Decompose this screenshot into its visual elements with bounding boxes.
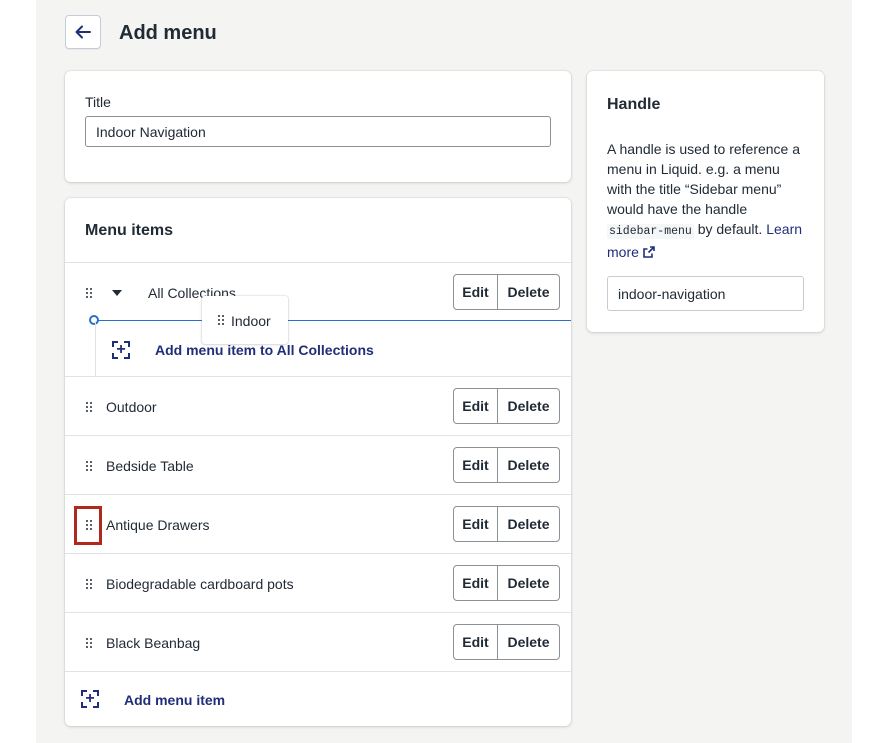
item-actions: Edit Delete — [453, 388, 560, 424]
add-child-item-link[interactable]: Add menu item to All Collections — [155, 342, 374, 358]
arrow-left-icon — [75, 25, 91, 39]
item-actions: Edit Delete — [453, 274, 560, 310]
item-actions: Edit Delete — [453, 624, 560, 660]
delete-button[interactable]: Delete — [497, 447, 560, 483]
delete-button[interactable]: Delete — [497, 565, 560, 601]
drag-handle-icon[interactable] — [86, 288, 92, 298]
edit-button[interactable]: Edit — [453, 624, 498, 660]
caret-down-icon[interactable] — [112, 290, 122, 296]
drag-handle-icon — [218, 315, 224, 325]
edit-button[interactable]: Edit — [453, 506, 498, 542]
help-text-part: A handle is used to reference a menu in … — [607, 141, 801, 217]
handle-help-text: A handle is used to reference a menu in … — [607, 139, 807, 262]
menu-item-label: Black Beanbag — [106, 635, 201, 651]
item-actions: Edit Delete — [453, 565, 560, 601]
handle-title: Handle — [607, 96, 661, 113]
add-menu-item-link[interactable]: Add menu item — [124, 692, 225, 708]
edit-button[interactable]: Edit — [453, 565, 498, 601]
back-button[interactable] — [65, 15, 101, 49]
item-actions: Edit Delete — [453, 506, 560, 542]
handle-code-example: sidebar-menu — [607, 224, 694, 239]
add-icon[interactable]: + — [81, 690, 99, 708]
menu-item-label: Biodegradable cardboard pots — [106, 576, 294, 592]
delete-button[interactable]: Delete — [497, 388, 560, 424]
title-label: Title — [85, 94, 111, 110]
title-input[interactable] — [85, 116, 551, 147]
handle-input[interactable] — [607, 276, 804, 311]
menu-item-label: Antique Drawers — [106, 517, 210, 533]
edit-button[interactable]: Edit — [453, 388, 498, 424]
menu-item-label: Outdoor — [106, 399, 157, 415]
drag-handle-icon[interactable] — [86, 520, 92, 530]
external-link-icon — [642, 246, 655, 258]
drag-handle-icon[interactable] — [86, 402, 92, 412]
help-text-part: by default. — [693, 221, 763, 237]
edit-button[interactable]: Edit — [453, 274, 498, 310]
drag-handle-icon[interactable] — [86, 638, 92, 648]
delete-button[interactable]: Delete — [497, 506, 560, 542]
dragging-item-label: Indoor — [231, 313, 271, 329]
edit-button[interactable]: Edit — [453, 447, 498, 483]
menu-item-label: Bedside Table — [106, 458, 194, 474]
add-icon[interactable]: + — [112, 341, 130, 359]
menu-items-title: Menu items — [85, 222, 174, 239]
delete-button[interactable]: Delete — [497, 274, 560, 310]
item-actions: Edit Delete — [453, 447, 560, 483]
drag-handle-icon[interactable] — [86, 579, 92, 589]
drag-handle-icon[interactable] — [86, 461, 92, 471]
delete-button[interactable]: Delete — [497, 624, 560, 660]
page-title: Add menu — [119, 22, 217, 44]
